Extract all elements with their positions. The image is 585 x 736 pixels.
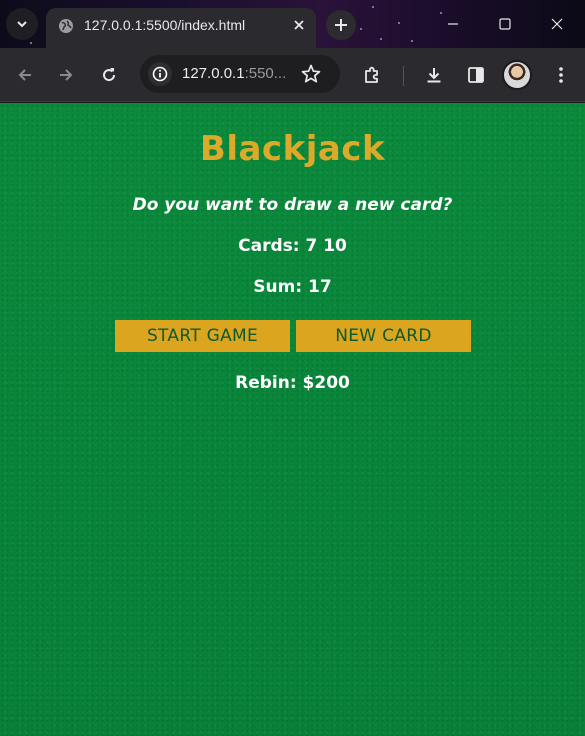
new-tab-button[interactable]: [326, 10, 356, 40]
downloads-button[interactable]: [420, 61, 448, 89]
side-panel-button[interactable]: [462, 61, 490, 89]
browser-tab[interactable]: 127.0.0.1:5500/index.html: [46, 8, 316, 48]
profile-avatar[interactable]: [502, 60, 532, 90]
download-icon: [427, 68, 441, 83]
puzzle-icon: [365, 66, 378, 83]
tab-search-button[interactable]: [6, 8, 38, 40]
extensions-button[interactable]: [358, 61, 386, 89]
url-host: 127.0.0.1: [182, 65, 245, 82]
address-bar[interactable]: 127.0.0.1:550...: [140, 55, 340, 93]
cards-display: Cards: 7 10: [238, 236, 347, 256]
url-rest: :550...: [244, 65, 287, 82]
arrow-right-icon: [60, 69, 73, 81]
side-panel-icon: [468, 67, 484, 83]
browser-toolbar: 127.0.0.1:550...: [0, 48, 585, 102]
info-icon: [152, 66, 168, 82]
minimize-icon: [448, 23, 458, 25]
sum-display: Sum: 17: [253, 277, 332, 297]
toolbar-divider: [403, 66, 404, 86]
site-info-button[interactable]: [148, 62, 172, 86]
maximize-icon: [499, 18, 511, 30]
tab-strip: 127.0.0.1:5500/index.html: [0, 0, 585, 48]
forward-button[interactable]: [52, 61, 80, 89]
back-button[interactable]: [11, 61, 39, 89]
game-message: Do you want to draw a new card?: [132, 195, 453, 215]
player-info: Rebin: $200: [235, 373, 350, 393]
new-card-button[interactable]: NEW CARD: [296, 320, 471, 352]
star-icon[interactable]: [300, 63, 322, 85]
start-game-button[interactable]: START GAME: [115, 320, 290, 352]
chevron-down-icon: [17, 21, 27, 28]
maximize-button[interactable]: [479, 0, 531, 48]
reload-button[interactable]: [95, 61, 123, 89]
plus-icon: [335, 19, 347, 31]
close-icon: [551, 18, 563, 30]
close-tab-icon[interactable]: [291, 17, 307, 33]
blackjack-page: Blackjack Do you want to draw a new card…: [0, 103, 585, 736]
url-text: 127.0.0.1:550...: [182, 65, 286, 82]
globe-icon: [59, 19, 73, 33]
reload-icon: [103, 68, 116, 82]
menu-button[interactable]: [547, 61, 575, 89]
arrow-left-icon: [18, 69, 31, 81]
game-title: Blackjack: [199, 129, 386, 169]
tab-title: 127.0.0.1:5500/index.html: [84, 17, 246, 33]
minimize-button[interactable]: [427, 0, 479, 48]
kebab-menu-icon: [559, 67, 563, 83]
close-window-button[interactable]: [531, 0, 583, 48]
